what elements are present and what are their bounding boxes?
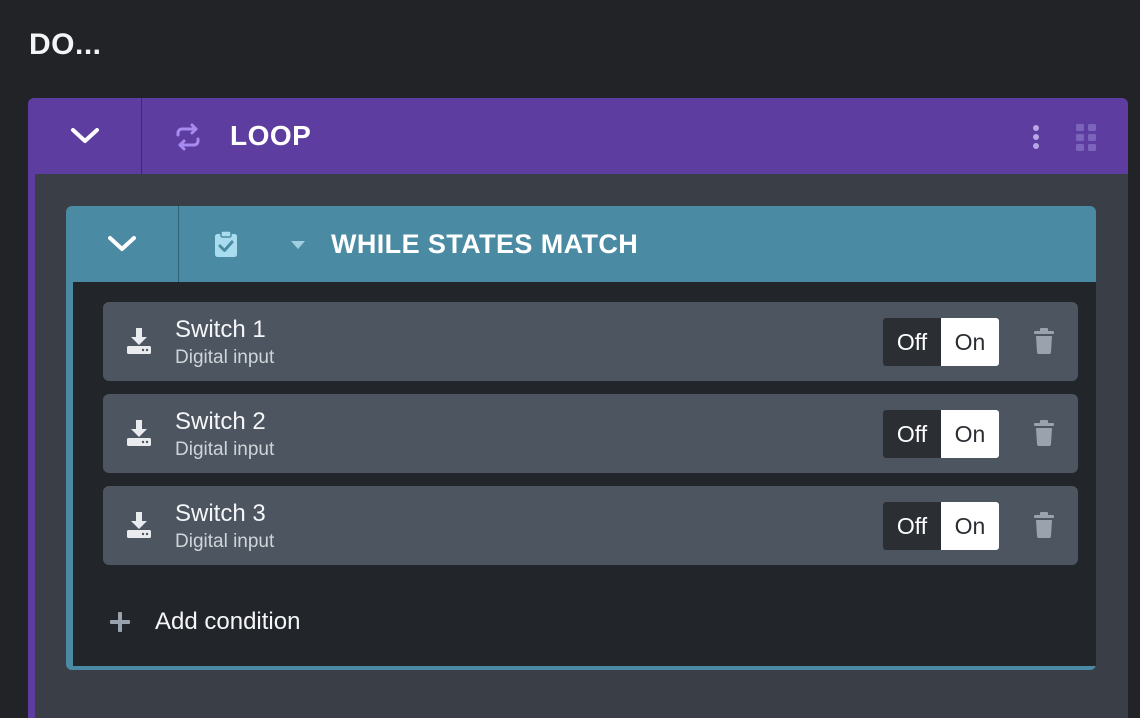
state-toggle: Off On bbox=[883, 502, 999, 550]
loop-header: LOOP bbox=[28, 98, 1128, 174]
digital-input-icon bbox=[127, 420, 151, 446]
while-title: WHILE STATES MATCH bbox=[331, 229, 639, 259]
page-title: DO... bbox=[29, 28, 102, 61]
drag-handle-icon bbox=[1076, 124, 1096, 151]
loop-collapse-button[interactable] bbox=[28, 98, 142, 174]
add-condition-label: Add condition bbox=[155, 608, 301, 635]
digital-input-icon bbox=[127, 512, 151, 538]
condition-row: Switch 2 Digital input Off On bbox=[103, 394, 1078, 473]
plus-icon bbox=[110, 612, 130, 632]
condition-type: Digital input bbox=[175, 531, 275, 552]
state-on-button[interactable]: On bbox=[941, 502, 999, 550]
more-vertical-icon bbox=[1033, 125, 1039, 149]
clipboard-check-icon bbox=[215, 230, 237, 257]
repeat-icon bbox=[176, 123, 200, 151]
condition-name: Switch 1 bbox=[175, 316, 266, 343]
more-options-button[interactable] bbox=[1026, 122, 1046, 152]
state-on-button[interactable]: On bbox=[941, 318, 999, 366]
state-toggle: Off On bbox=[883, 318, 999, 366]
state-off-button[interactable]: Off bbox=[883, 318, 941, 366]
condition-type: Digital input bbox=[175, 347, 275, 368]
while-body: Switch 1 Digital input Off On Switch 2 D… bbox=[73, 282, 1096, 666]
state-toggle: Off On bbox=[883, 410, 999, 458]
condition-type: Digital input bbox=[175, 439, 275, 460]
trash-icon[interactable] bbox=[1033, 328, 1055, 354]
trash-icon[interactable] bbox=[1033, 512, 1055, 538]
state-on-button[interactable]: On bbox=[941, 410, 999, 458]
condition-row: Switch 1 Digital input Off On bbox=[103, 302, 1078, 381]
while-collapse-button[interactable] bbox=[66, 206, 179, 282]
while-block: WHILE STATES MATCH Switch 1 Digital inpu… bbox=[66, 206, 1096, 670]
condition-row: Switch 3 Digital input Off On bbox=[103, 486, 1078, 565]
state-off-button[interactable]: Off bbox=[883, 502, 941, 550]
digital-input-icon bbox=[127, 328, 151, 354]
trash-icon[interactable] bbox=[1033, 420, 1055, 446]
add-condition-button[interactable]: Add condition bbox=[103, 602, 300, 642]
drag-handle[interactable] bbox=[1074, 122, 1098, 152]
chevron-down-icon bbox=[70, 128, 99, 143]
condition-name: Switch 3 bbox=[175, 500, 266, 527]
condition-name: Switch 2 bbox=[175, 408, 266, 435]
state-off-button[interactable]: Off bbox=[883, 410, 941, 458]
caret-down-icon[interactable] bbox=[290, 240, 306, 250]
loop-title: LOOP bbox=[230, 120, 312, 151]
chevron-down-icon bbox=[108, 236, 136, 251]
